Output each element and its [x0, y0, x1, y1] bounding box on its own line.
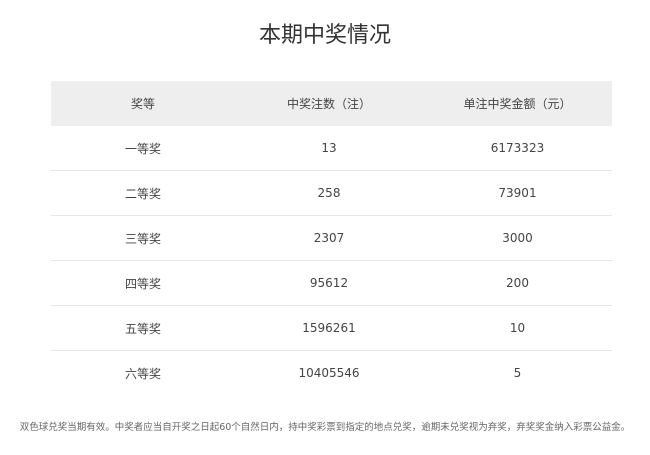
header-winning-count: 中奖注数（注）	[235, 81, 423, 126]
table-header-row: 奖等 中奖注数（注） 单注中奖金额（元）	[51, 81, 612, 126]
table-row: 三等奖 2307 3000	[51, 215, 612, 261]
prize-level-cell: 四等奖	[51, 260, 235, 306]
prize-amount-cell: 3000	[423, 215, 612, 261]
header-prize-level: 奖等	[51, 81, 235, 126]
header-prize-amount: 单注中奖金额（元）	[423, 81, 612, 126]
winning-count-cell: 13	[235, 126, 423, 171]
table-row: 二等奖 258 73901	[51, 170, 612, 216]
winning-count-cell: 95612	[235, 260, 423, 306]
prize-amount-cell: 6173323	[423, 126, 612, 171]
winning-count-cell: 1596261	[235, 305, 423, 351]
prize-table: 奖等 中奖注数（注） 单注中奖金额（元） 一等奖 13 6173323 二等奖 …	[51, 81, 612, 395]
table-row: 五等奖 1596261 10	[51, 305, 612, 351]
prize-amount-cell: 73901	[423, 170, 612, 216]
prize-level-cell: 五等奖	[51, 305, 235, 351]
page-title: 本期中奖情况	[258, 23, 391, 48]
table-row: 四等奖 95612 200	[51, 260, 612, 306]
prize-level-cell: 六等奖	[124, 366, 161, 381]
prize-amount-cell: 5	[513, 366, 522, 380]
prize-level-cell: 三等奖	[51, 215, 235, 261]
prize-level-cell: 一等奖	[51, 126, 235, 171]
prize-amount-cell: 10	[423, 305, 612, 351]
prize-level-cell: 二等奖	[51, 170, 235, 216]
table-row: 一等奖 13 6173323	[51, 126, 612, 171]
redemption-notice: 双色球兑奖当期有效。中奖者应当自开奖之日起60个自然日内，持中奖彩票到指定的地点…	[19, 422, 631, 433]
winning-count-cell: 10405546	[298, 366, 360, 380]
prize-amount-cell: 200	[423, 260, 612, 306]
winning-count-cell: 2307	[235, 215, 423, 261]
winning-count-cell: 258	[235, 170, 423, 216]
table-row: 六等奖 10405546 5	[51, 351, 612, 396]
